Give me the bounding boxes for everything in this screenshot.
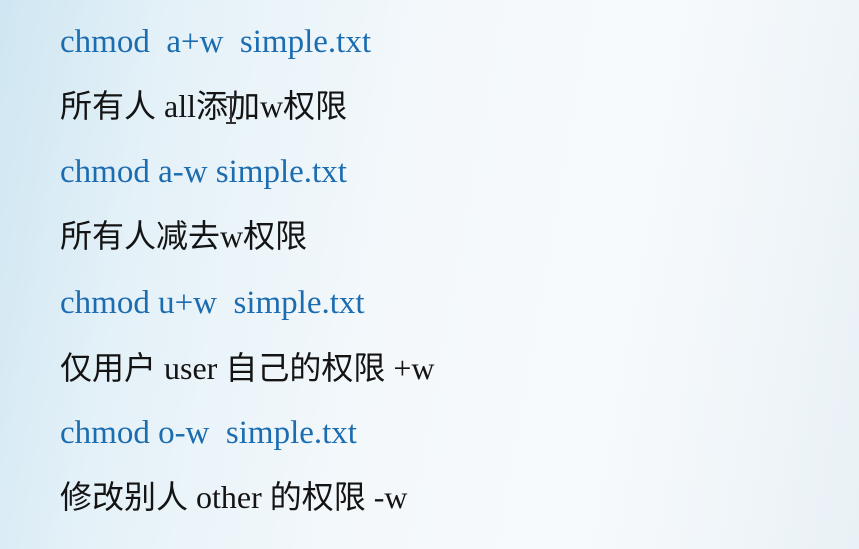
command-line-2: chmod a-w simple.txt xyxy=(60,154,347,190)
command-line-4: chmod o-w simple.txt xyxy=(60,415,357,451)
description-line-2: 所有人减去w权限 xyxy=(60,218,308,254)
command-line-3: chmod u+w simple.txt xyxy=(60,285,365,321)
slide-content: chmod a+w simple.txt 所有人 all添加w权限 chmod … xyxy=(0,0,859,549)
command-line-1: chmod a+w simple.txt xyxy=(60,24,371,60)
description-line-3: 仅用户 user 自己的权限 +w xyxy=(60,350,435,386)
description-line-4: 修改别人 other 的权限 -w xyxy=(60,479,408,515)
description-line-1: 所有人 all添加w权限 xyxy=(60,88,348,124)
